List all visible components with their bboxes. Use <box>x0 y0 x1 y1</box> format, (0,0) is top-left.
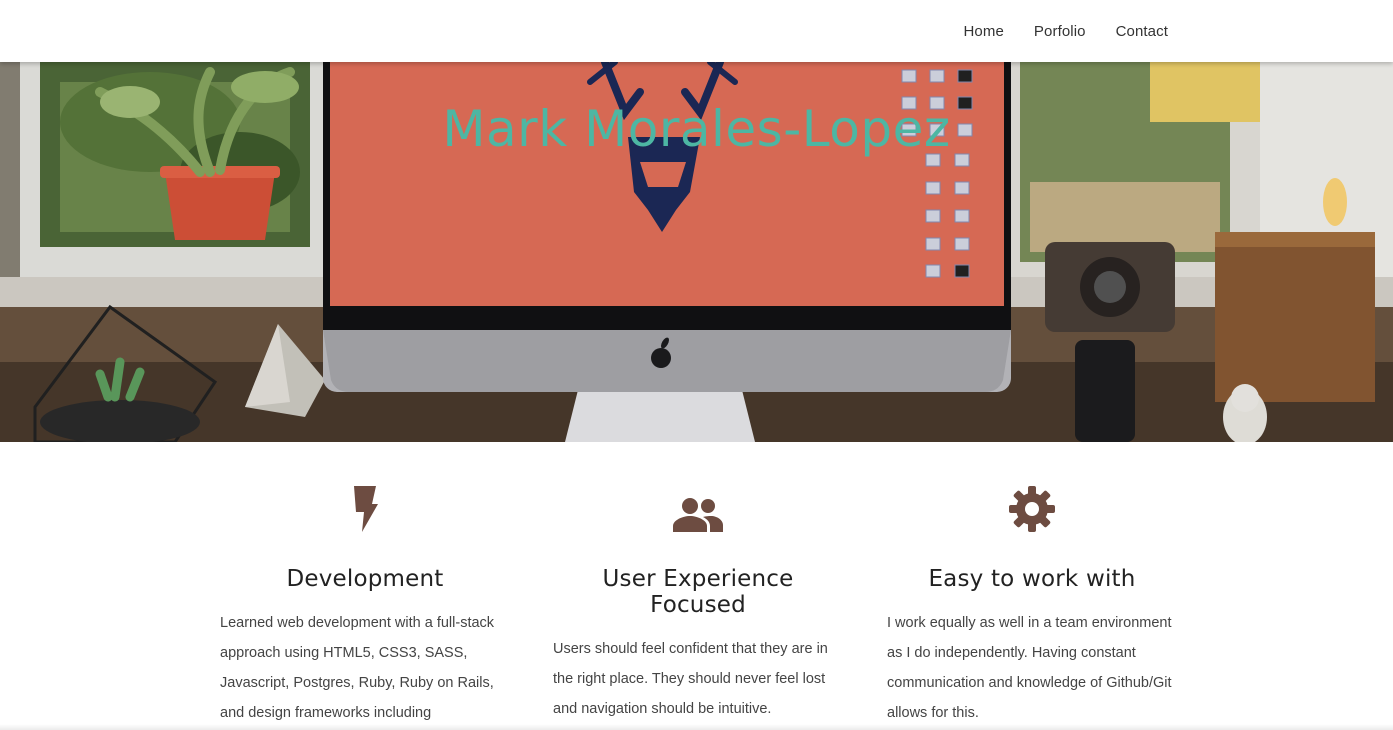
people-icon <box>553 442 843 532</box>
feature-title: User Experience Focused <box>602 566 794 618</box>
nav-link-contact[interactable]: Contact <box>1116 23 1168 40</box>
bottom-shadow <box>0 724 1393 730</box>
navbar: Home Porfolio Contact <box>0 0 1393 62</box>
feature-text: I work equally as well in a team environ… <box>887 615 1172 721</box>
feature-easy-to-work-with: Easy to work with I work equally as well… <box>887 442 1177 728</box>
nav-link-portfolio[interactable]: Porfolio <box>1034 23 1086 40</box>
hero-title: Mark Morales-Lopez <box>442 100 951 158</box>
feature-text: Learned web development with a full-stac… <box>220 615 495 721</box>
features-section: Development Learned web development with… <box>0 442 1393 730</box>
nav-links: Home Porfolio Contact <box>934 0 1169 62</box>
feature-user-experience: User Experience Focused Users should fee… <box>553 442 843 724</box>
feature-title: Easy to work with <box>928 566 1136 592</box>
feature-development: Development Learned web development with… <box>220 442 510 728</box>
gear-icon <box>887 442 1177 532</box>
hero-banner: Mark Morales-Lopez <box>0 62 1393 442</box>
feature-title: Development <box>286 566 444 592</box>
feature-text: Users should feel confident that they ar… <box>553 641 828 717</box>
nav-link-home[interactable]: Home <box>964 23 1004 40</box>
lightning-icon <box>220 442 510 532</box>
